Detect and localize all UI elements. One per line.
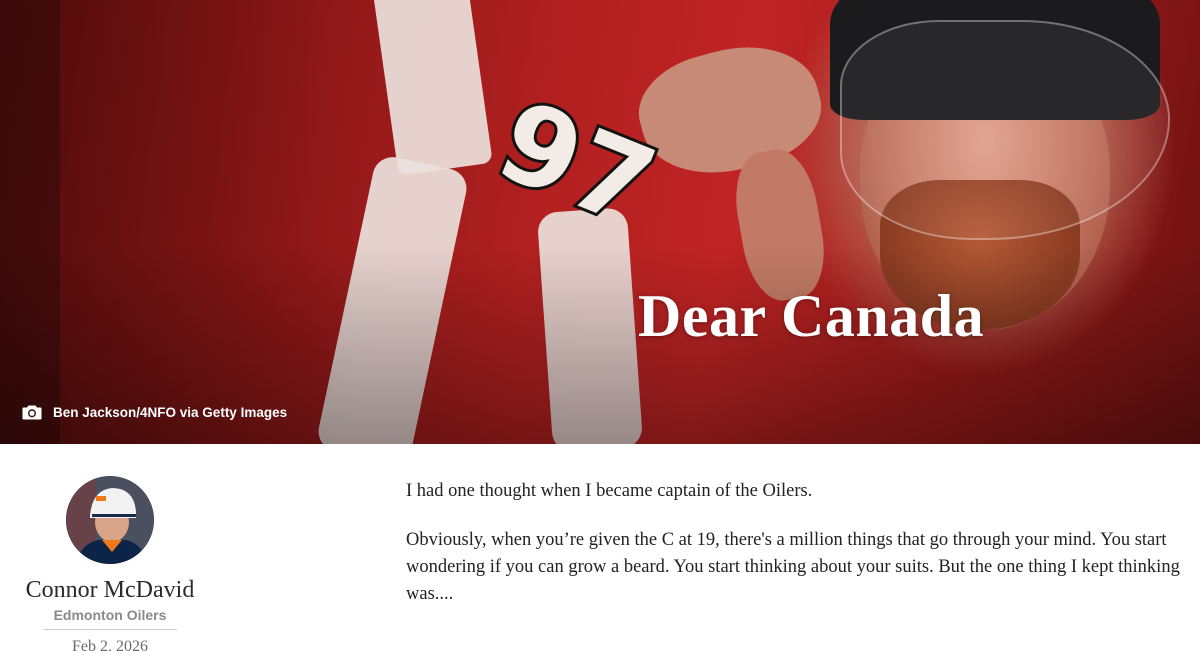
photo-credit-text: Ben Jackson/4NFO via Getty Images <box>53 404 288 420</box>
camera-icon <box>22 404 42 420</box>
divider <box>43 629 177 630</box>
hero-vignette <box>0 0 1200 444</box>
article-paragraph: Obviously, when you’re given the C at 19… <box>406 530 1180 604</box>
publish-date: Feb 2, 2026 <box>72 638 148 651</box>
hero-image: 97 Dear Canada Ben Jackson/4NFO via Gett… <box>0 0 1200 444</box>
article-paragraph: I had one thought when I became captain … <box>406 481 813 501</box>
author-card: Connor McDavid Edmonton Oilers Feb 2, 20… <box>0 476 220 651</box>
page-title: Dear Canada <box>638 283 985 349</box>
photo-credit: Ben Jackson/4NFO via Getty Images <box>22 404 287 420</box>
article-body: I had one thought when I became captain … <box>406 478 1186 630</box>
author-team[interactable]: Edmonton Oilers <box>54 607 167 623</box>
avatar[interactable] <box>66 476 154 564</box>
author-name[interactable]: Connor McDavid <box>26 577 195 604</box>
